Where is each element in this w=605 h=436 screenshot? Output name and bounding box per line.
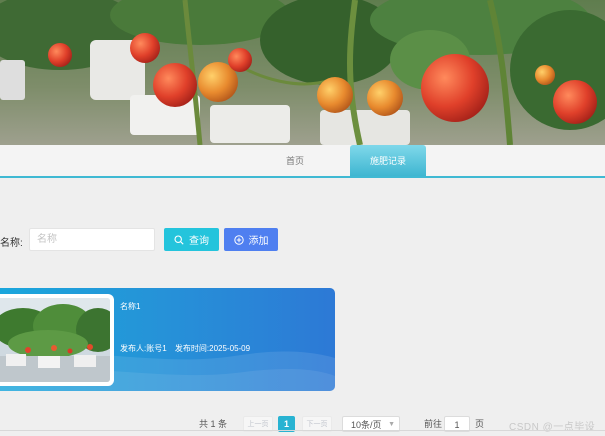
add-button-label: 添加 (248, 236, 269, 247)
search-icon (174, 234, 184, 245)
hero-banner-image (0, 0, 605, 145)
search-name-label: 名称: (0, 238, 23, 249)
publisher-value: 账号1 (146, 344, 167, 353)
plus-circle-icon (233, 234, 244, 245)
record-title: 名称1 (120, 302, 141, 311)
published-value: 2025-05-09 (209, 344, 251, 353)
record-thumbnail[interactable] (0, 294, 114, 386)
published-text: 发布时间:2025-05-09 (175, 344, 250, 353)
page-size-value: 10条/页 (351, 420, 382, 430)
bottom-divider (0, 430, 605, 431)
nav-item-home[interactable]: 首页 (268, 145, 322, 176)
nav-item-fertilization-records[interactable]: 施肥记录 (350, 145, 426, 176)
query-button[interactable]: 查询 (164, 228, 219, 251)
add-button[interactable]: 添加 (224, 228, 278, 251)
record-meta: 发布人:账号1 发布时间:2025-05-09 (120, 343, 256, 354)
publisher-text: 发布人:账号1 (120, 344, 167, 353)
published-label: 发布时间: (174, 344, 210, 353)
publisher-label: 发布人: (120, 344, 147, 353)
top-nav-bar: 首页 施肥记录 (0, 145, 605, 178)
search-name-input[interactable] (29, 228, 155, 251)
query-button-label: 查询 (189, 236, 209, 247)
record-card[interactable]: 名称1 发布人:账号1 发布时间:2025-05-09 (0, 288, 335, 391)
